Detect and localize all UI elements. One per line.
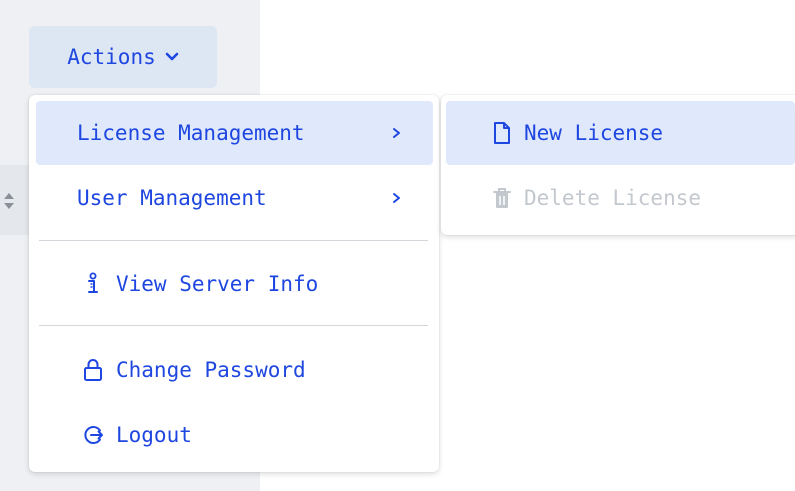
menu-item-label: User Management	[77, 186, 267, 210]
file-icon	[494, 122, 510, 144]
submenu-item-delete-license: Delete License	[446, 166, 795, 230]
menu-item-license-management[interactable]: License Management	[36, 101, 433, 165]
chevron-down-icon	[165, 52, 179, 61]
license-submenu: New License Delete License	[441, 95, 795, 235]
menu-item-view-server-info[interactable]: View Server Info	[36, 252, 433, 316]
logout-icon	[84, 426, 103, 444]
submenu-item-label: New License	[524, 121, 664, 145]
actions-dropdown-menu: License Management User Management View …	[29, 95, 439, 472]
submenu-item-new-license[interactable]: New License	[446, 101, 795, 165]
menu-item-label: Change Password	[116, 358, 306, 382]
menu-item-logout[interactable]: Logout	[36, 403, 433, 467]
info-icon	[88, 272, 98, 293]
menu-item-user-management[interactable]: User Management	[36, 166, 433, 230]
menu-divider	[39, 240, 428, 241]
actions-button-label: Actions	[67, 45, 156, 69]
menu-item-label: License Management	[77, 121, 305, 145]
trash-icon	[493, 188, 511, 208]
chevron-right-icon	[393, 128, 400, 138]
menu-item-label: View Server Info	[116, 272, 319, 296]
menu-divider	[39, 325, 428, 326]
menu-item-change-password[interactable]: Change Password	[36, 338, 433, 402]
sort-icon[interactable]	[0, 188, 18, 214]
lock-icon	[84, 359, 102, 381]
actions-button[interactable]: Actions	[29, 26, 217, 88]
menu-item-label: Logout	[116, 423, 192, 447]
submenu-item-label: Delete License	[524, 186, 702, 210]
chevron-right-icon	[393, 193, 400, 203]
